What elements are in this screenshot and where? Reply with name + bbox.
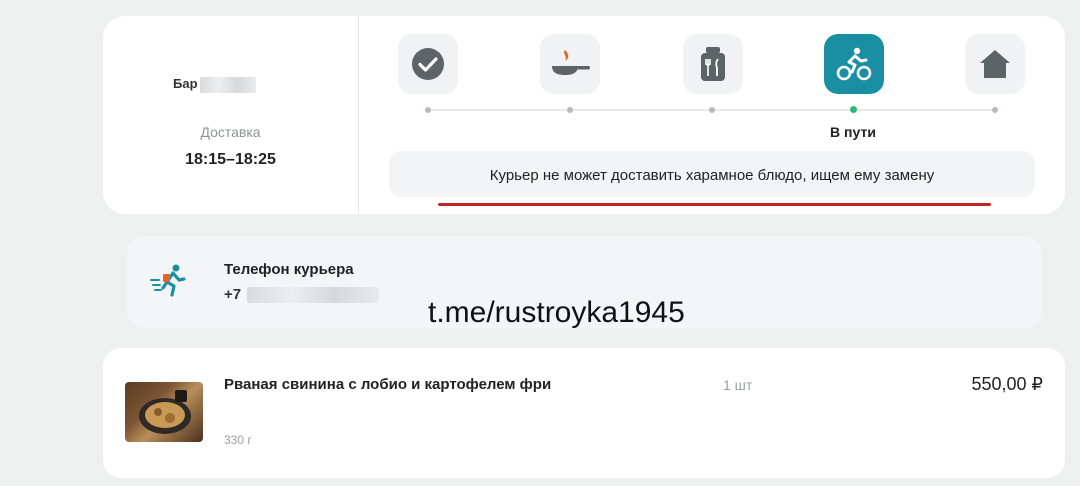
courier-bike-icon [836, 47, 872, 81]
step-confirmed [398, 34, 458, 94]
order-item-row: Рваная свинина с лобио и картофелем фри … [103, 348, 1065, 478]
item-photo [125, 382, 203, 442]
item-weight: 330 г [224, 433, 252, 447]
item-price: 550,00 ₽ [971, 374, 1043, 394]
notice-underline-annotation [438, 203, 991, 206]
delivery-time: 18:15–18:25 [185, 151, 276, 168]
frying-pan-icon [552, 50, 590, 75]
store-name: Бар [173, 76, 256, 93]
food-package-icon [701, 47, 725, 81]
status-notice: Курьер не может доставить харамное блюдо… [389, 151, 1035, 197]
store-name-label: Бар [173, 76, 198, 91]
step-cooking [540, 34, 600, 94]
store-name-redacted [199, 76, 256, 93]
running-courier-icon [150, 264, 186, 297]
delivery-label: Доставка [200, 124, 261, 140]
phone-prefix: +7 [224, 286, 242, 303]
progress-dot-active [850, 106, 857, 113]
phone-redacted [247, 287, 380, 304]
courier-phone-title: Телефон курьера [224, 261, 354, 278]
order-info-panel: Бар Доставка 18:15–18:25 [103, 16, 359, 214]
check-icon [412, 48, 444, 80]
progress-dot [709, 107, 715, 113]
step-on-the-way [824, 34, 884, 94]
item-quantity: 1 шт [723, 377, 753, 393]
step-packing [683, 34, 743, 94]
progress-dot [992, 107, 998, 113]
progress-dot [567, 107, 573, 113]
home-icon [980, 50, 1010, 78]
courier-phone-number[interactable]: +7 [224, 286, 380, 304]
watermark-text: t.me/rustroyka1945 [428, 296, 685, 329]
item-name: Рваная свинина с лобио и картофелем фри [224, 376, 552, 393]
status-notice-text: Курьер не может доставить харамное блюдо… [489, 167, 935, 184]
step-delivered [965, 34, 1025, 94]
progress-dot [425, 107, 431, 113]
current-step-label: В пути [830, 124, 876, 140]
order-status-card: Бар Доставка 18:15–18:25 В пути Курьер н… [103, 16, 1065, 214]
